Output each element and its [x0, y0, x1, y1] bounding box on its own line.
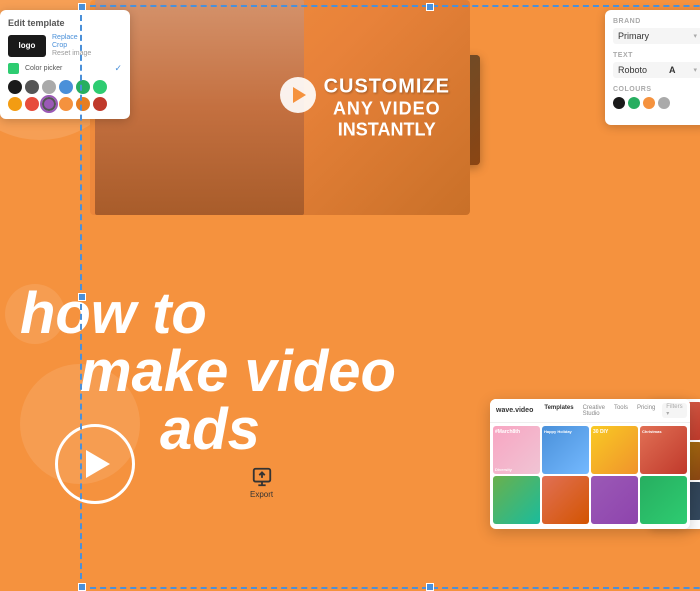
customize-line2: ANY VIDEO [324, 98, 450, 119]
color-swatch[interactable] [93, 97, 107, 111]
brand-dropdown-arrow: ▾ [693, 32, 697, 40]
wave-card-diy[interactable]: 30 DIY [591, 426, 638, 474]
wave-logo: wave.video [496, 407, 533, 414]
color-picker-icon [8, 63, 19, 74]
color-swatch[interactable] [42, 97, 56, 111]
wave-card-march[interactable]: #March8th Diversity [493, 426, 540, 474]
customize-text-overlay: CUSTOMIZE ANY VIDEO INSTANTLY [324, 75, 450, 140]
brand-label: BRAND [613, 18, 700, 25]
edit-template-panel: Edit template logo Replace Crop Reset im… [0, 10, 130, 119]
reset-action[interactable]: Reset image [52, 50, 91, 57]
headline-line3: ads [160, 401, 396, 459]
main-content: Edit template logo Replace Crop Reset im… [0, 0, 700, 544]
wave-card-march-label: #March8th [495, 429, 520, 435]
color-swatch[interactable] [59, 97, 73, 111]
headline-line2: make video [80, 343, 396, 401]
wave-grid: #March8th Diversity Happy Holiday 30 DIY… [490, 423, 690, 527]
color-swatch[interactable] [42, 80, 56, 94]
panel-title: Edit template [8, 18, 122, 28]
text-dropdown-arrow: ▾ [693, 66, 697, 74]
colour-dots [613, 97, 700, 109]
video-inner: CUSTOMIZE ANY VIDEO INSTANTLY [90, 0, 470, 215]
brand-field: BRAND Primary ▾ [613, 18, 700, 44]
colour-dot[interactable] [658, 97, 670, 109]
color-picker-label: Color picker [25, 65, 62, 72]
right-panel: BRAND Primary ▾ TEXT Roboto A ▾ COLOURS [605, 10, 700, 125]
video-preview-main: CUSTOMIZE ANY VIDEO INSTANTLY [90, 0, 470, 215]
color-swatch[interactable] [25, 97, 39, 111]
wave-card-6[interactable] [542, 476, 589, 524]
wave-card-7[interactable] [591, 476, 638, 524]
wave-card-5[interactable] [493, 476, 540, 524]
play-button-main[interactable] [280, 77, 316, 113]
color-picker-check: ✓ [114, 63, 122, 74]
color-swatch[interactable] [76, 97, 90, 111]
wave-card-holiday[interactable]: Happy Holiday [542, 426, 589, 474]
wave-card-extra[interactable]: Christmas [640, 426, 687, 474]
headline-line1: how to [20, 285, 396, 343]
colour-dot[interactable] [643, 97, 655, 109]
export-icon[interactable] [251, 466, 273, 488]
customize-line1: CUSTOMIZE [324, 75, 450, 98]
wave-tab-creative[interactable]: Creative Studio [580, 404, 608, 418]
wave-interface: wave.video Templates Creative Studio Too… [490, 399, 690, 529]
wave-search[interactable]: Filters ▾ [662, 403, 686, 418]
wave-card-holiday-label: Happy Holiday [544, 429, 572, 434]
crop-action[interactable]: Crop [52, 42, 91, 49]
text-label: TEXT [613, 52, 700, 59]
brand-value[interactable]: Primary ▾ [613, 28, 700, 44]
color-swatch[interactable] [59, 80, 73, 94]
wave-card-8[interactable] [640, 476, 687, 524]
color-swatch[interactable] [93, 80, 107, 94]
wave-tabs: Templates Creative Studio Tools Pricing [541, 404, 658, 418]
colours-label: COLOURS [613, 86, 700, 93]
wave-tab-templates[interactable]: Templates [541, 404, 576, 418]
handle-bm[interactable] [426, 583, 434, 591]
logo-actions: Replace Crop Reset image [52, 34, 91, 57]
wave-card-diy-label: 30 DIY [593, 429, 608, 435]
export-label: Export [250, 490, 273, 499]
play-button-large[interactable] [55, 424, 135, 504]
handle-bl[interactable] [78, 583, 86, 591]
font-size-indicator: A [669, 65, 676, 75]
color-swatch[interactable] [76, 80, 90, 94]
colour-dot[interactable] [613, 97, 625, 109]
export-area: Export [250, 466, 273, 499]
color-swatch[interactable] [8, 97, 22, 111]
logo-box: logo [8, 35, 46, 57]
colours-field: COLOURS [613, 86, 700, 109]
logo-section: logo Replace Crop Reset image [8, 34, 122, 57]
wave-tab-tools[interactable]: Tools [611, 404, 631, 418]
color-grid [8, 80, 122, 111]
colour-dot[interactable] [628, 97, 640, 109]
customize-line3: INSTANTLY [324, 119, 450, 140]
brand-value-text: Primary [618, 31, 649, 41]
wave-tab-pricing[interactable]: Pricing [634, 404, 658, 418]
color-swatch[interactable] [8, 80, 22, 94]
text-field: TEXT Roboto A ▾ [613, 52, 700, 78]
text-value[interactable]: Roboto A ▾ [613, 62, 700, 78]
font-value-text: Roboto [618, 65, 647, 75]
color-picker-row: Color picker ✓ [8, 63, 122, 74]
wave-card-march-text: Diversity [495, 467, 512, 472]
color-swatch[interactable] [25, 80, 39, 94]
replace-action[interactable]: Replace [52, 34, 91, 41]
wave-header: wave.video Templates Creative Studio Too… [490, 399, 690, 423]
wave-card-extra-label: Christmas [642, 429, 662, 434]
